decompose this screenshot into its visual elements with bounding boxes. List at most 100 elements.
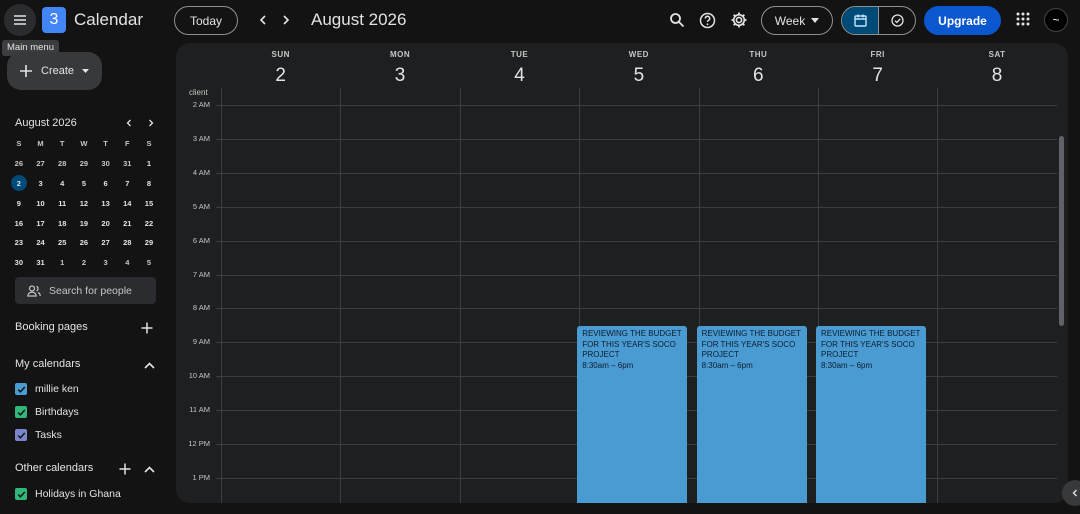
mini-calendar-day[interactable]: 21 bbox=[116, 213, 138, 233]
mini-calendar-prev-button[interactable] bbox=[122, 116, 136, 130]
day-number[interactable]: 5 bbox=[579, 65, 698, 87]
settings-button[interactable] bbox=[727, 8, 751, 32]
day-column-header[interactable]: FRI 7 bbox=[818, 50, 937, 87]
main-menu-button[interactable] bbox=[4, 4, 36, 36]
mini-calendar-week-row: 26 27 28 29 30 31 1 bbox=[8, 154, 160, 174]
event-card[interactable]: REVIEWING THE BUDGET FOR THIS YEAR'S SOC… bbox=[577, 326, 688, 503]
mini-calendar-day[interactable]: 5 bbox=[138, 253, 160, 273]
mini-calendar-day[interactable]: 11 bbox=[51, 193, 73, 213]
mini-calendar-day[interactable]: 28 bbox=[51, 154, 73, 174]
mini-calendar-day[interactable]: 9 bbox=[8, 193, 30, 213]
calendar-list-item[interactable]: millie ken bbox=[15, 381, 79, 397]
add-other-calendar-button[interactable] bbox=[118, 462, 132, 476]
day-column-header[interactable]: WED 5 bbox=[579, 50, 698, 87]
mini-calendar-day[interactable]: 1 bbox=[138, 154, 160, 174]
mini-calendar-day[interactable]: 26 bbox=[73, 233, 95, 253]
mini-calendar-next-button[interactable] bbox=[144, 116, 158, 130]
day-number[interactable]: 7 bbox=[818, 65, 937, 87]
week-view-scrollbar[interactable] bbox=[1059, 136, 1064, 326]
calendar-checkbox[interactable] bbox=[15, 429, 27, 441]
mini-calendar-day[interactable]: 10 bbox=[30, 193, 52, 213]
event-card[interactable]: REVIEWING THE BUDGET FOR THIS YEAR'S SOC… bbox=[816, 326, 926, 503]
day-number[interactable]: 3 bbox=[340, 65, 459, 87]
mini-calendar-day[interactable]: 29 bbox=[73, 154, 95, 174]
add-booking-page-button[interactable] bbox=[140, 321, 154, 335]
calendar-checkbox[interactable] bbox=[15, 383, 27, 395]
mini-calendar-day[interactable]: 13 bbox=[95, 193, 117, 213]
today-button[interactable]: Today bbox=[174, 6, 238, 35]
mini-calendar-grid: S M T W T F S 26 27 28 29 30 31 1 2 3 4 5 6 7 8 9 10 11 12 13 14 15… bbox=[8, 134, 160, 273]
previous-week-button[interactable] bbox=[253, 10, 273, 30]
mini-calendar-day[interactable]: 12 bbox=[73, 193, 95, 213]
google-apps-button[interactable] bbox=[1012, 8, 1034, 30]
day-number[interactable]: 4 bbox=[460, 65, 579, 87]
mini-calendar-day[interactable]: 30 bbox=[95, 154, 117, 174]
mini-calendar-day[interactable]: 2 bbox=[73, 253, 95, 273]
day-column-header[interactable]: MON 3 bbox=[340, 50, 459, 87]
next-week-button[interactable] bbox=[276, 10, 296, 30]
mini-calendar-day[interactable]: 1 bbox=[51, 253, 73, 273]
event-title: REVIEWING THE BUDGET FOR THIS YEAR'S SOC… bbox=[821, 329, 921, 359]
mini-calendar-day[interactable]: 4 bbox=[116, 253, 138, 273]
mini-calendar-day[interactable]: 19 bbox=[73, 213, 95, 233]
upgrade-button[interactable]: Upgrade bbox=[924, 6, 1001, 35]
mini-calendar-day[interactable]: 2 bbox=[8, 174, 30, 194]
tasks-view-toggle[interactable] bbox=[879, 7, 915, 34]
view-selector[interactable]: Week bbox=[761, 6, 833, 35]
side-panel-toggle-button[interactable] bbox=[1062, 480, 1080, 506]
day-number[interactable]: 2 bbox=[221, 65, 340, 87]
event-time: 8:30am – 6pm bbox=[821, 360, 873, 370]
my-calendars-label[interactable]: My calendars bbox=[15, 358, 80, 370]
calendar-logo-icon[interactable]: 3 bbox=[42, 7, 66, 33]
event-card[interactable]: REVIEWING THE BUDGET FOR THIS YEAR'S SOC… bbox=[696, 326, 807, 503]
mini-calendar-day[interactable]: 31 bbox=[116, 154, 138, 174]
mini-calendar-day[interactable]: 24 bbox=[30, 233, 52, 253]
day-column-divider bbox=[340, 88, 342, 503]
calendar-list-item[interactable]: Holidays in Ghana bbox=[15, 486, 121, 502]
day-column-header[interactable]: THU 6 bbox=[699, 50, 818, 87]
mini-calendar-day[interactable]: 3 bbox=[30, 174, 52, 194]
mini-calendar-day[interactable]: 30 bbox=[8, 253, 30, 273]
mini-calendar-day[interactable]: 5 bbox=[73, 174, 95, 194]
search-for-people-input[interactable]: Search for people bbox=[15, 277, 156, 304]
mini-calendar-day[interactable]: 8 bbox=[138, 174, 160, 194]
mini-calendar-day[interactable]: 27 bbox=[95, 233, 117, 253]
mini-calendar-day[interactable]: 22 bbox=[138, 213, 160, 233]
day-column-header[interactable]: TUE 4 bbox=[460, 50, 579, 87]
my-calendars-collapse-button[interactable] bbox=[142, 358, 156, 372]
mini-calendar-day[interactable]: 25 bbox=[51, 233, 73, 253]
calendar-list-item[interactable]: Birthdays bbox=[15, 404, 79, 420]
mini-calendar-day[interactable]: 20 bbox=[95, 213, 117, 233]
other-calendars-label[interactable]: Other calendars bbox=[15, 462, 93, 474]
mini-calendar-day[interactable]: 15 bbox=[138, 193, 160, 213]
account-avatar[interactable]: ~ bbox=[1044, 8, 1068, 32]
mini-calendar-day[interactable]: 16 bbox=[8, 213, 30, 233]
mini-calendar-day[interactable]: 28 bbox=[116, 233, 138, 253]
mini-calendar-day[interactable]: 7 bbox=[116, 174, 138, 194]
mini-calendar-day[interactable]: 3 bbox=[95, 253, 117, 273]
mini-calendar-day[interactable]: 31 bbox=[30, 253, 52, 273]
calendar-list-item[interactable]: Tasks bbox=[15, 427, 62, 443]
help-button[interactable] bbox=[695, 8, 719, 32]
day-column-divider bbox=[937, 88, 939, 503]
mini-calendar-day[interactable]: 23 bbox=[8, 233, 30, 253]
day-number[interactable]: 6 bbox=[699, 65, 818, 87]
other-calendars-collapse-button[interactable] bbox=[142, 462, 156, 476]
calendar-view-toggle[interactable] bbox=[842, 7, 879, 34]
mini-calendar-day[interactable]: 4 bbox=[51, 174, 73, 194]
calendar-checkbox[interactable] bbox=[15, 406, 27, 418]
mini-calendar-day[interactable]: 27 bbox=[30, 154, 52, 174]
mini-calendar-day[interactable]: 17 bbox=[30, 213, 52, 233]
create-button[interactable]: Create bbox=[7, 52, 102, 90]
day-column-header[interactable]: SAT 8 bbox=[937, 50, 1056, 87]
day-column-header[interactable]: SUN 2 bbox=[221, 50, 340, 87]
day-number[interactable]: 8 bbox=[937, 65, 1056, 87]
mini-calendar-day[interactable]: 14 bbox=[116, 193, 138, 213]
mini-calendar-day[interactable]: 18 bbox=[51, 213, 73, 233]
calendar-checkbox[interactable] bbox=[15, 488, 27, 500]
search-button[interactable] bbox=[665, 8, 689, 32]
mini-calendar-day[interactable]: 26 bbox=[8, 154, 30, 174]
mini-calendar-day[interactable]: 6 bbox=[95, 174, 117, 194]
current-date-range: August 2026 bbox=[311, 10, 407, 29]
mini-calendar-day[interactable]: 29 bbox=[138, 233, 160, 253]
